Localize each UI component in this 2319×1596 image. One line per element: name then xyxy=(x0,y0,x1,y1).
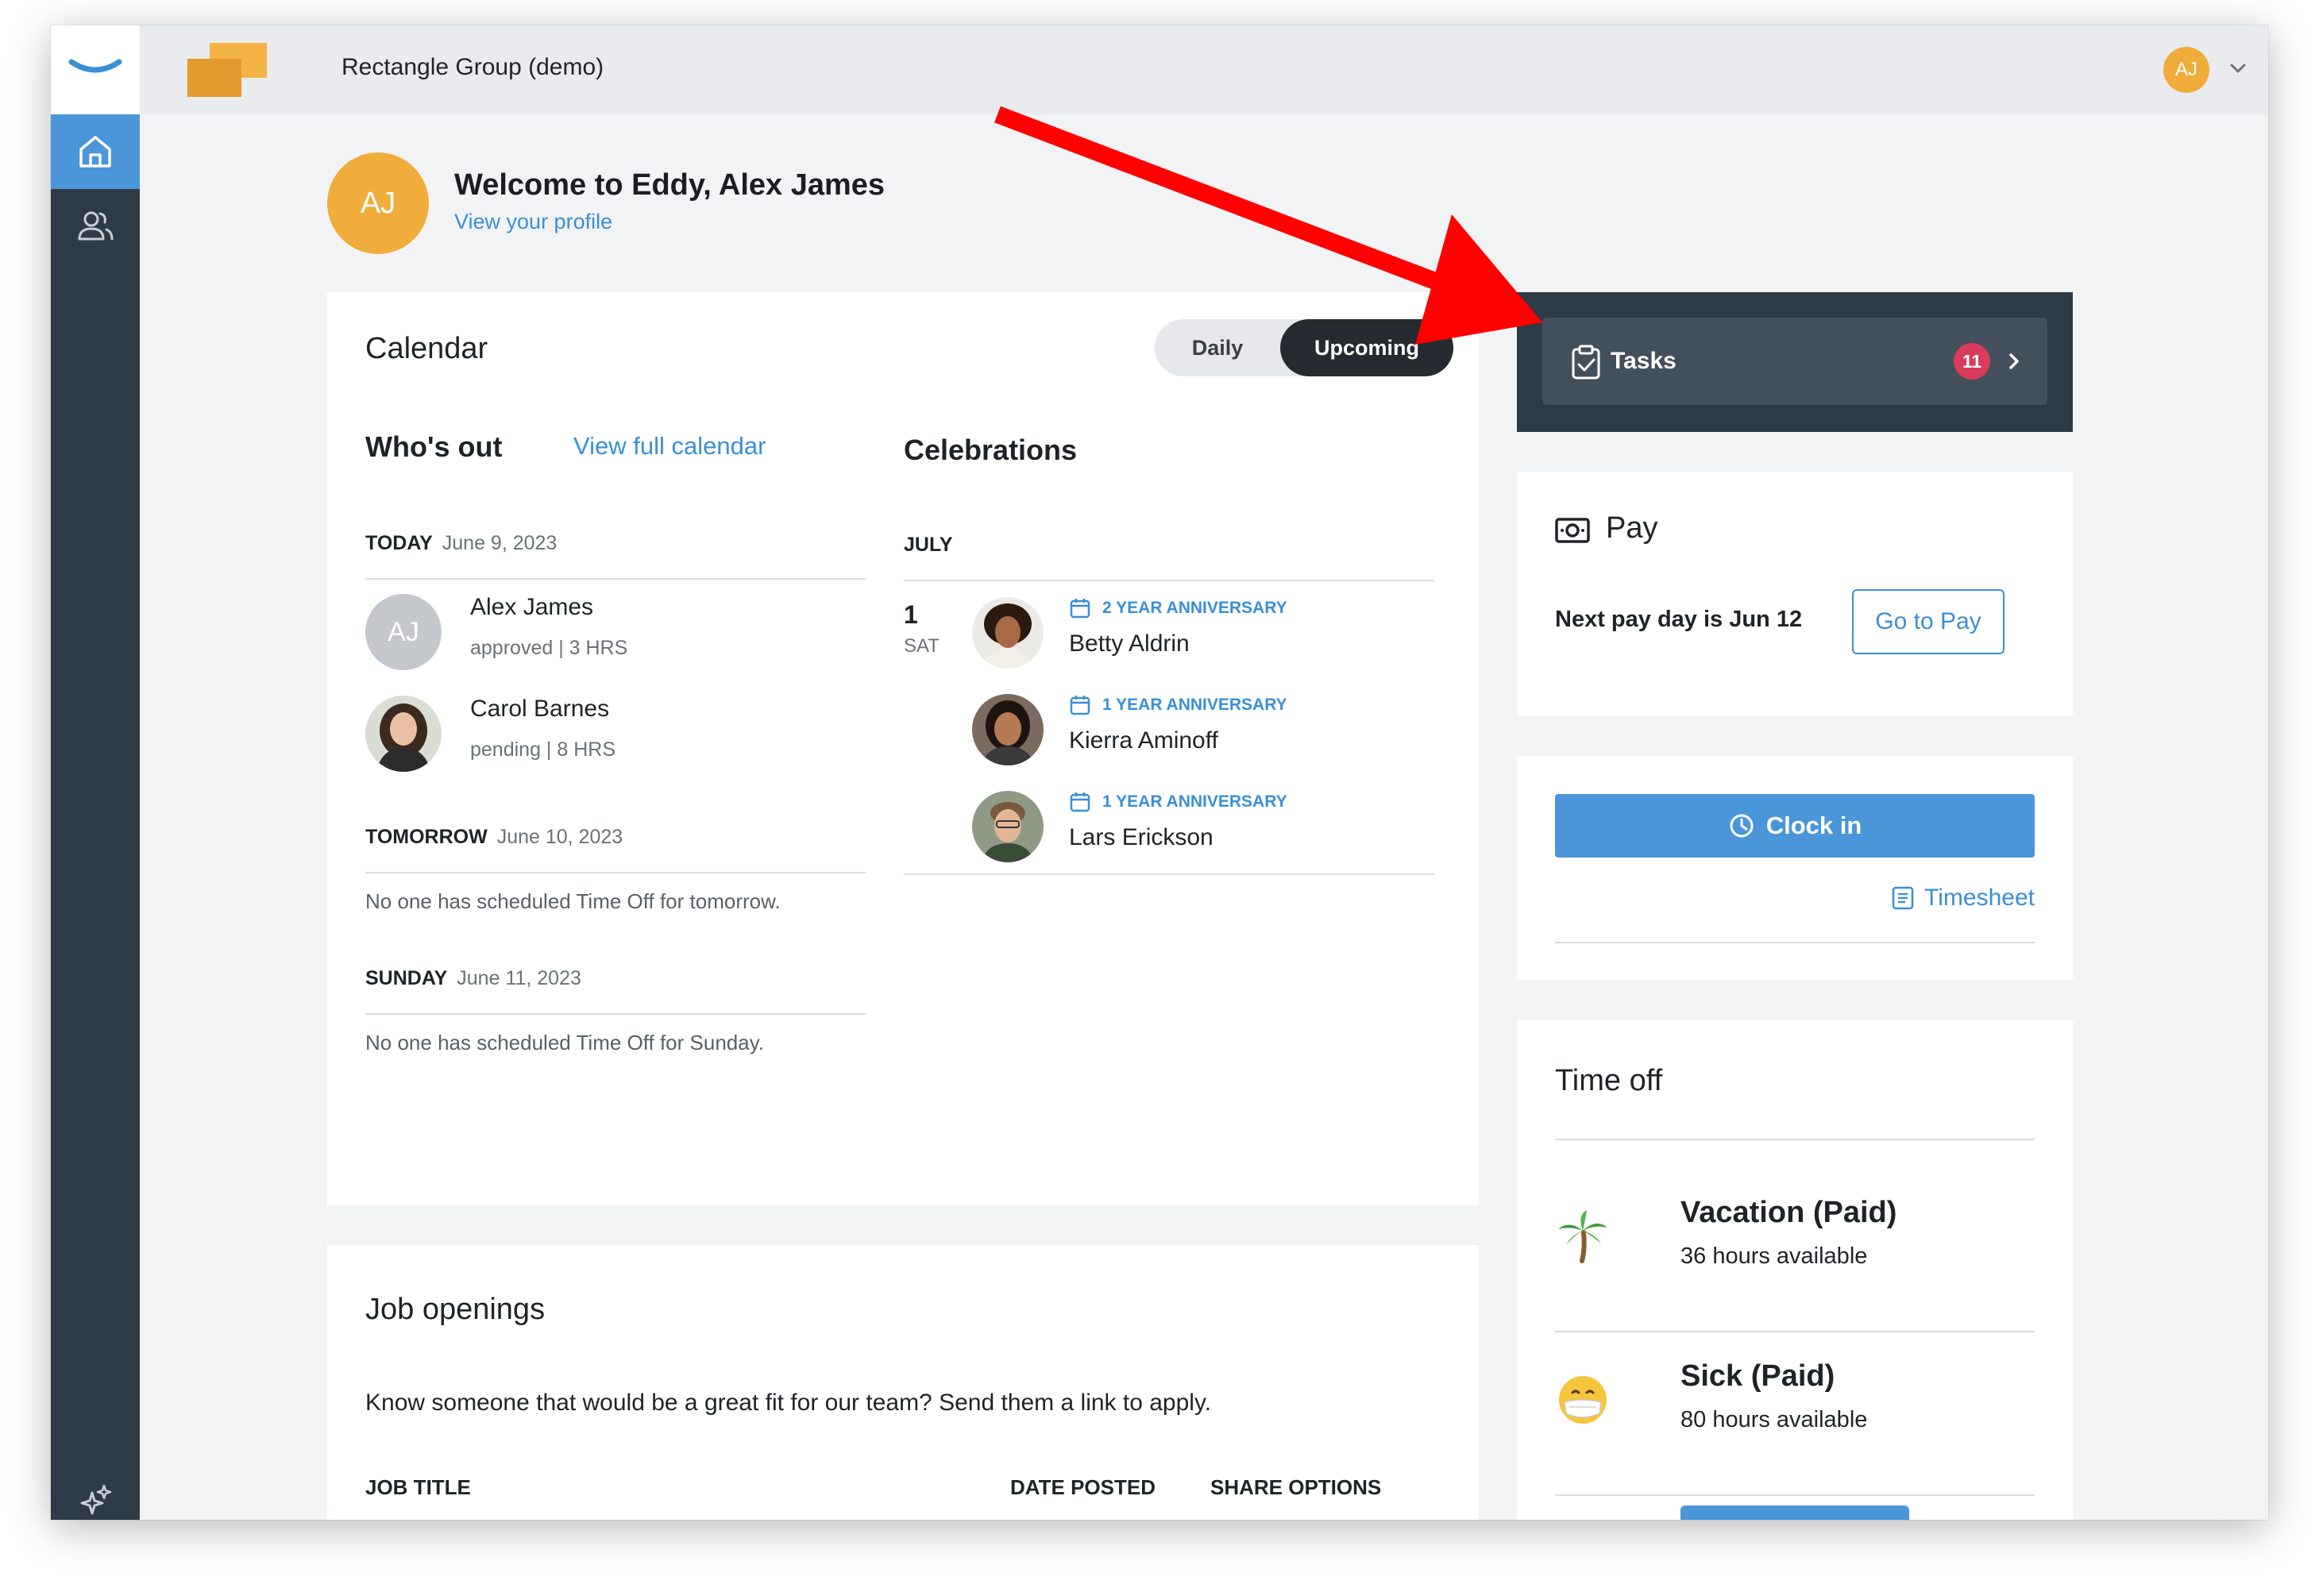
divider xyxy=(1555,1331,2035,1332)
calendar-card: Calendar Daily Upcoming Who's out View f… xyxy=(327,292,1479,1205)
divider xyxy=(904,873,1434,875)
view-profile-link[interactable]: View your profile xyxy=(454,210,612,234)
time-off-name[interactable]: Sick (Paid) xyxy=(1680,1359,1835,1394)
toggle-daily[interactable]: Daily xyxy=(1155,319,1280,376)
anniversary-label: 2 YEAR ANNIVERSARY xyxy=(1069,597,1287,619)
job-openings-title: Job openings xyxy=(365,1293,546,1326)
next-pay-day: Next pay day is Jun 12 xyxy=(1555,607,1803,632)
top-bar: Rectangle Group (demo) AJ xyxy=(140,25,2268,114)
person-photo-icon xyxy=(972,597,1044,669)
calendar-icon xyxy=(1070,599,1090,619)
pay-card: Pay Next pay day is Jun 12 Go to Pay xyxy=(1517,472,2073,716)
day-label-tomorrow: TOMORROW June 10, 2023 xyxy=(365,826,623,848)
divider xyxy=(365,872,866,873)
face-with-mask-icon xyxy=(1559,1376,1607,1424)
job-openings-description: Know someone that would be a great fit f… xyxy=(365,1390,1212,1416)
go-to-pay-button[interactable]: Go to Pay xyxy=(1852,589,2005,654)
timesheet-link[interactable]: Timesheet xyxy=(1891,885,2035,912)
month-label: JULY xyxy=(904,534,953,556)
smile-logo-icon xyxy=(68,59,122,73)
person-photo-icon xyxy=(972,694,1044,765)
sidebar xyxy=(51,25,140,1520)
people-icon xyxy=(78,211,114,241)
app-logo[interactable] xyxy=(51,25,140,114)
anniversary-label: 1 YEAR ANNIVERSARY xyxy=(1069,694,1287,716)
sidebar-item-people[interactable] xyxy=(51,189,140,264)
company-name[interactable]: Rectangle Group (demo) xyxy=(341,54,604,81)
clock-in-card: Clock in Timesheet xyxy=(1517,756,2073,980)
clock-in-button[interactable]: Clock in xyxy=(1555,794,2035,858)
person-status: pending | 8 HRS xyxy=(470,738,615,761)
divider xyxy=(365,578,866,580)
tasks-card: Tasks 11 xyxy=(1517,292,2073,432)
anniversary-label: 1 YEAR ANNIVERSARY xyxy=(1069,791,1287,813)
divider xyxy=(1555,1494,2035,1496)
person-name[interactable]: Carol Barnes xyxy=(470,696,609,723)
sidebar-item-home[interactable] xyxy=(51,114,140,189)
chevron-right-icon xyxy=(2009,353,2019,369)
person-status: approved | 3 HRS xyxy=(470,637,628,659)
celebrations-heading: Celebrations xyxy=(904,434,1078,466)
divider xyxy=(365,1013,866,1015)
clipboard-check-icon xyxy=(1572,345,1600,380)
company-logo-icon xyxy=(187,43,267,97)
day-label-sunday: SUNDAY June 11, 2023 xyxy=(365,967,581,989)
column-header-share-options: SHARE OPTIONS xyxy=(1210,1475,1382,1499)
sparkle-icon xyxy=(80,1484,112,1515)
empty-note: No one has scheduled Time Off for Sunday… xyxy=(365,1031,764,1054)
home-icon xyxy=(79,136,111,168)
job-openings-card: Job openings Know someone that would be … xyxy=(327,1245,1479,1520)
calendar-icon xyxy=(1070,696,1090,715)
toggle-upcoming[interactable]: Upcoming xyxy=(1280,319,1453,376)
palm-tree-icon xyxy=(1558,1210,1607,1263)
tasks-count-badge: 11 xyxy=(1954,343,1990,380)
avatar-photo xyxy=(972,694,1044,765)
time-off-card: Time off Vacation (Paid) 36 hours availa… xyxy=(1517,1020,2073,1520)
celebration-person-name[interactable]: Lars Erickson xyxy=(1069,824,1214,851)
calendar-title: Calendar xyxy=(365,332,488,365)
clock-in-label: Clock in xyxy=(1765,811,1862,839)
person-photo-icon xyxy=(972,791,1044,862)
column-header-job-title[interactable]: JOB TITLE xyxy=(365,1475,471,1500)
document-icon xyxy=(1892,886,1914,910)
pay-title: Pay xyxy=(1606,511,1658,545)
divider xyxy=(1555,942,2035,943)
day-label-today: TODAY June 9, 2023 xyxy=(365,532,558,554)
celebration-date-number: 1 xyxy=(904,600,918,629)
tasks-button[interactable]: Tasks 11 xyxy=(1542,318,2047,405)
app-window: Rectangle Group (demo) AJ AJ Welcome to … xyxy=(51,25,2268,1520)
time-off-hours: 36 hours available xyxy=(1680,1243,1868,1269)
column-header-date-posted[interactable]: DATE POSTED xyxy=(1010,1475,1156,1500)
calendar-icon xyxy=(1070,792,1090,812)
divider xyxy=(1555,1139,2035,1140)
calendar-view-toggle: Daily Upcoming xyxy=(1155,319,1453,376)
avatar-photo xyxy=(365,696,442,772)
whos-out-heading: Who's out xyxy=(365,430,503,463)
avatar-photo xyxy=(972,791,1044,862)
avatar: AJ xyxy=(365,594,442,670)
empty-note: No one has scheduled Time Off for tomorr… xyxy=(365,889,781,913)
welcome-title: Welcome to Eddy, Alex James xyxy=(454,168,886,202)
view-full-calendar-link[interactable]: View full calendar xyxy=(573,432,766,461)
celebration-person-name[interactable]: Kierra Aminoff xyxy=(1069,727,1218,754)
tasks-label: Tasks xyxy=(1611,348,1677,374)
person-photo-icon xyxy=(365,696,442,772)
welcome-avatar: AJ xyxy=(327,152,429,254)
divider xyxy=(904,580,1434,581)
chevron-down-icon[interactable] xyxy=(2227,57,2249,79)
request-time-off-button[interactable] xyxy=(1680,1505,1909,1520)
time-off-title: Time off xyxy=(1555,1064,1663,1097)
time-off-name[interactable]: Vacation (Paid) xyxy=(1680,1196,1896,1230)
person-name[interactable]: Alex James xyxy=(470,594,593,621)
sidebar-item-whats-new[interactable] xyxy=(51,1478,140,1520)
celebration-person-name[interactable]: Betty Aldrin xyxy=(1069,630,1190,657)
cash-icon xyxy=(1555,518,1590,543)
celebration-day-of-week: SAT xyxy=(904,635,940,657)
time-off-hours: 80 hours available xyxy=(1680,1407,1868,1432)
clock-icon xyxy=(1730,814,1754,838)
avatar-photo xyxy=(972,597,1044,669)
user-avatar[interactable]: AJ xyxy=(2163,47,2209,93)
